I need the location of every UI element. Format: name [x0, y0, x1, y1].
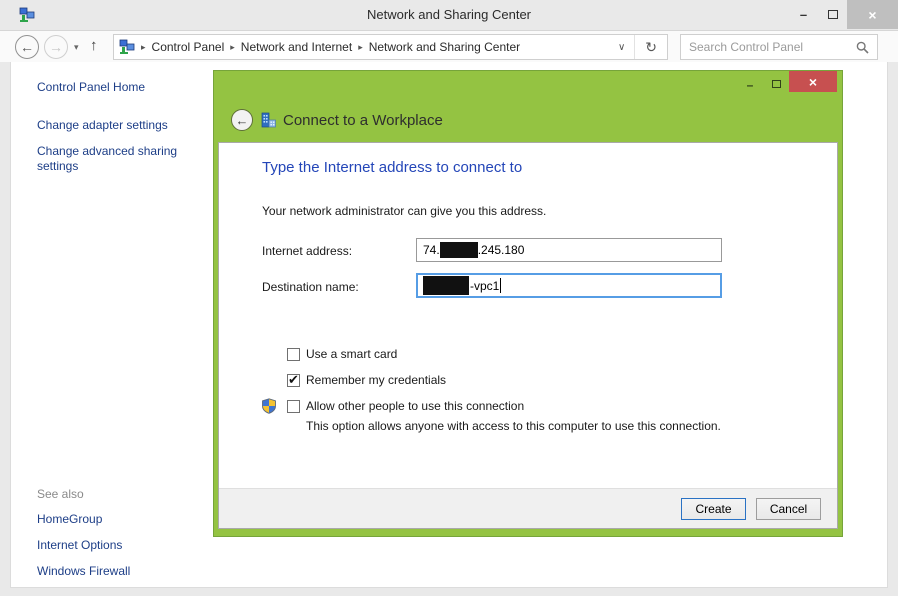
text-caret [500, 278, 501, 293]
check-icon: ✔ [288, 372, 299, 388]
internet-address-label: Internet address: [262, 244, 352, 258]
minimize-button[interactable]: – [789, 0, 818, 29]
smart-card-label[interactable]: Use a smart card [306, 347, 397, 361]
up-button[interactable]: ↑ [90, 37, 98, 54]
dialog-back-button[interactable]: ← [231, 109, 253, 131]
control-panel-icon [119, 39, 135, 55]
back-button[interactable]: ← [15, 35, 39, 59]
sidebar-item-windows-firewall[interactable]: Windows Firewall [37, 564, 217, 579]
allow-other-people-label[interactable]: Allow other people to use this connectio… [306, 399, 524, 413]
search-icon[interactable] [856, 41, 869, 54]
dialog-window-controls: – × [737, 71, 837, 92]
address-dropdown-icon[interactable]: ∨ [609, 42, 634, 53]
allow-other-people-checkbox[interactable]: ✔ [287, 400, 300, 413]
search-box [680, 34, 878, 60]
smart-card-checkbox-row: ✔ Use a smart card [287, 347, 397, 361]
remember-credentials-checkbox[interactable]: ✔ [287, 374, 300, 387]
search-input[interactable] [681, 40, 856, 54]
window-controls: – × [789, 0, 898, 29]
sidebar: Control Panel Home Change adapter settin… [37, 80, 217, 185]
breadcrumb-item-control-panel[interactable]: Control Panel [152, 40, 225, 54]
dialog-footer: Create Cancel [219, 488, 837, 528]
destination-name-value-suffix: -vpc1 [470, 279, 499, 293]
sidebar-item-internet-options[interactable]: Internet Options [37, 538, 217, 553]
breadcrumb-separator: ▸ [352, 42, 369, 53]
breadcrumb-separator: ▸ [135, 42, 152, 53]
redaction-box [440, 242, 478, 258]
allow-other-people-checkbox-row: ✔ Allow other people to use this connect… [287, 399, 524, 413]
breadcrumb[interactable]: ▸ Control Panel ▸ Network and Internet ▸… [113, 34, 668, 60]
dialog-content: Type the Internet address to connect to … [218, 142, 838, 529]
dialog-title: Connect to a Workplace [283, 112, 443, 129]
dialog-intro-text: Your network administrator can give you … [262, 204, 546, 218]
redaction-box [423, 276, 469, 295]
create-button[interactable]: Create [681, 498, 746, 520]
internet-address-value-suffix: .245.180 [478, 243, 525, 257]
destination-name-label: Destination name: [262, 280, 359, 294]
internet-address-value-prefix: 74. [423, 243, 440, 257]
internet-address-input[interactable]: 74. .245.180 [416, 238, 722, 262]
uac-shield-icon [261, 398, 277, 414]
dialog-titlebar: ← Connect to a Workplace – × [214, 71, 842, 142]
sidebar-item-change-advanced-sharing-settings[interactable]: Change advanced sharing settings [37, 144, 197, 174]
dialog-maximize-icon [772, 80, 781, 88]
close-button[interactable]: × [847, 0, 898, 29]
forward-button[interactable]: → [44, 35, 68, 59]
destination-name-input[interactable]: -vpc1 [416, 273, 722, 298]
maximize-button[interactable] [818, 0, 847, 29]
remember-credentials-label[interactable]: Remember my credentials [306, 373, 446, 387]
allow-other-people-note: This option allows anyone with access to… [306, 419, 721, 433]
sidebar-see-also-section: See also HomeGroup Internet Options Wind… [37, 487, 217, 590]
dialog-heading: Type the Internet address to connect to [262, 159, 522, 176]
connect-to-workplace-dialog: ← Connect to a Workplace – × Type the In… [213, 70, 843, 537]
breadcrumb-item-network-and-sharing-center[interactable]: Network and Sharing Center [369, 40, 520, 54]
dialog-maximize-button[interactable] [763, 71, 789, 92]
window-titlebar: Network and Sharing Center – × [0, 0, 898, 30]
cancel-button[interactable]: Cancel [756, 498, 821, 520]
dialog-close-button[interactable]: × [789, 71, 837, 92]
recent-pages-dropdown[interactable]: ▾ [74, 42, 79, 53]
dialog-minimize-button[interactable]: – [737, 71, 763, 92]
sidebar-item-control-panel-home[interactable]: Control Panel Home [37, 80, 217, 94]
sidebar-item-change-adapter-settings[interactable]: Change adapter settings [37, 118, 217, 133]
smart-card-checkbox[interactable]: ✔ [287, 348, 300, 361]
breadcrumb-item-network-and-internet[interactable]: Network and Internet [241, 40, 352, 54]
navigation-bar: ← → ▾ ↑ ▸ Control Panel ▸ Network and In… [0, 30, 898, 62]
sidebar-item-homegroup[interactable]: HomeGroup [37, 512, 217, 527]
breadcrumb-separator: ▸ [224, 42, 241, 53]
refresh-icon[interactable]: ↻ [635, 39, 667, 56]
remember-credentials-checkbox-row: ✔ Remember my credentials [287, 373, 446, 387]
maximize-icon [828, 10, 838, 19]
window-title: Network and Sharing Center [0, 7, 898, 22]
see-also-header: See also [37, 487, 217, 501]
workplace-buildings-icon [260, 112, 277, 129]
